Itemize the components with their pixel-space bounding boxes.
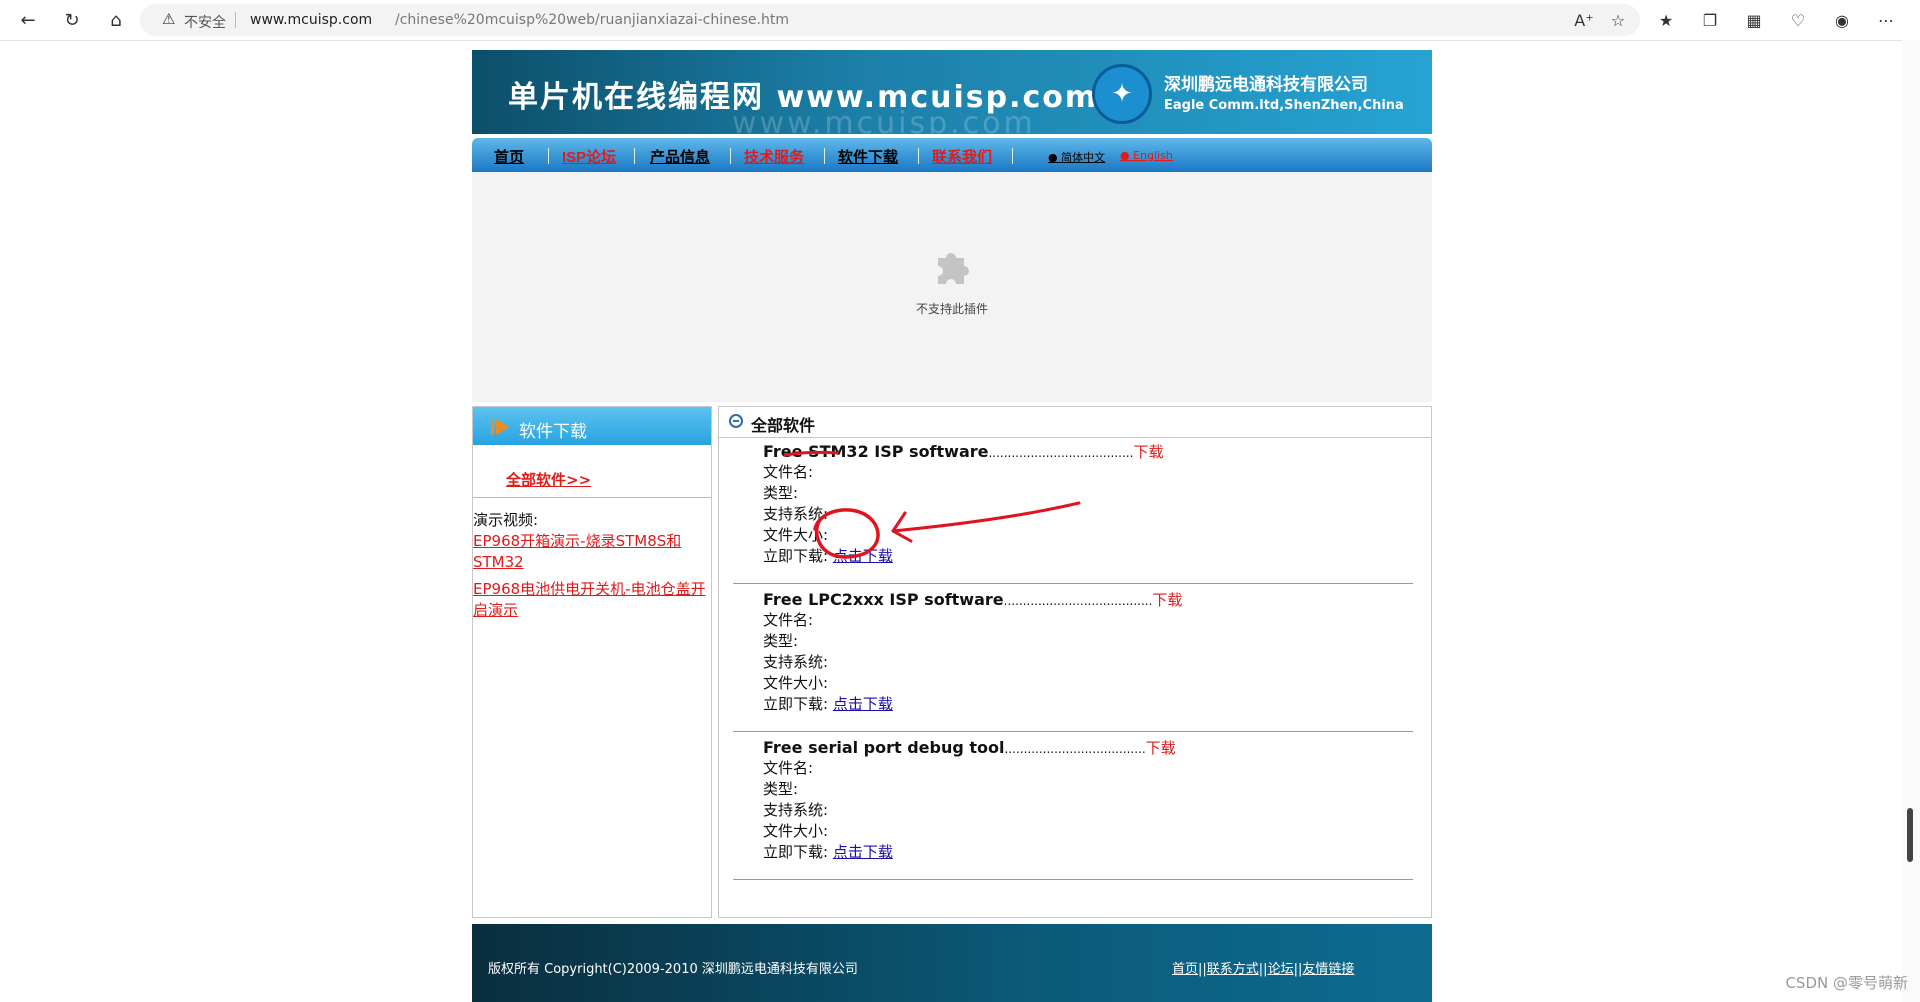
footer-link-contact[interactable]: 联系方式: [1207, 962, 1259, 977]
plugin-placeholder: 不支持此插件: [472, 172, 1432, 402]
sidebar-header: 软件下载: [473, 407, 711, 445]
company-name-cn: 深圳鹏远电通科技有限公司: [1164, 75, 1368, 95]
file-name-label: 文件名:: [763, 759, 814, 777]
read-aloud-icon[interactable]: A⁺: [1570, 6, 1598, 34]
download-now-label: 立即下载:: [763, 547, 829, 565]
sidebar-title: 软件下载: [519, 422, 587, 442]
nav-divider: [918, 148, 919, 164]
warning-icon: ⚠: [162, 10, 176, 28]
watermark: CSDN @零号萌新: [1785, 974, 1908, 992]
url-host: www.mcuisp.com: [250, 12, 373, 28]
play-arrow-icon: [491, 419, 509, 435]
panel-title: 全部软件: [751, 416, 816, 435]
nav-divider: [730, 148, 731, 164]
security-status[interactable]: 不安全: [184, 12, 226, 32]
panel-header: 全部软件: [719, 407, 1431, 438]
browser-essentials-icon[interactable]: ♡: [1784, 6, 1812, 34]
company-name-en: Eagle Comm.ltd,ShenZhen,China: [1164, 98, 1404, 113]
address-divider: [235, 12, 236, 28]
nav-contact[interactable]: 联系我们: [932, 146, 992, 167]
file-name-label: 文件名:: [763, 463, 814, 481]
add-favorite-icon[interactable]: ☆: [1604, 6, 1632, 34]
site-banner: 单片机在线编程网 www.mcuisp.com www.mcuisp.com ✦…: [472, 50, 1432, 134]
collections-icon[interactable]: ❐: [1696, 6, 1724, 34]
site-footer: 版权所有 Copyright(C)2009-2010 深圳鹏远电通科技有限公司 …: [472, 924, 1432, 1002]
nav-divider: [824, 148, 825, 164]
click-download-link[interactable]: 点击下载: [833, 547, 893, 565]
entry-divider: [733, 731, 1413, 732]
software-list-panel: 全部软件 Free STM32 ISP software............…: [718, 406, 1432, 918]
software-title: Free STM32 ISP software: [763, 442, 989, 461]
software-title: Free LPC2xxx ISP software: [763, 590, 1004, 609]
leader-dots: .....................................: [1004, 742, 1146, 756]
video-link-battery[interactable]: EP968电池供电开关机-电池仓盖开启演示: [473, 579, 711, 621]
sidebar-divider: [473, 497, 711, 498]
nav-divider: [548, 148, 549, 164]
nav-home[interactable]: 首页: [494, 146, 524, 167]
type-label: 类型:: [763, 484, 799, 502]
nav-products[interactable]: 产品信息: [650, 146, 710, 167]
size-label: 文件大小:: [763, 822, 829, 840]
sidebar: 软件下载 全部软件>> 演示视频: EP968开箱演示-烧录STM8S和STM3…: [472, 406, 712, 918]
download-now-label: 立即下载:: [763, 843, 829, 861]
minus-circle-icon: [729, 414, 743, 428]
os-label: 支持系统:: [763, 653, 829, 671]
nav-divider: [634, 148, 635, 164]
eagle-logo-icon: ✦: [1092, 64, 1152, 124]
puzzle-icon: [938, 253, 969, 284]
footer-links: 首页||联系方式||论坛||友情链接: [1172, 962, 1355, 977]
download-link[interactable]: 下载: [1146, 739, 1176, 757]
download-now-label: 立即下载:: [763, 695, 829, 713]
click-download-link[interactable]: 点击下载: [833, 695, 893, 713]
footer-link-friends[interactable]: 友情链接: [1302, 962, 1354, 977]
banner-decoration: www.mcuisp.com: [732, 106, 1036, 134]
page-scrollbar[interactable]: [1902, 40, 1920, 1002]
nav-divider: [1012, 148, 1013, 164]
leader-dots: ......................................: [988, 446, 1134, 460]
more-menu-icon[interactable]: ⋯: [1872, 6, 1900, 34]
profile-avatar[interactable]: ◉: [1828, 6, 1856, 34]
lang-english-link[interactable]: ● English: [1120, 149, 1173, 162]
nav-isp-forum[interactable]: ISP论坛: [562, 146, 616, 167]
entry-divider: [733, 583, 1413, 584]
copyright-text: 版权所有 Copyright(C)2009-2010 深圳鹏远电通科技有限公司: [488, 962, 858, 977]
video-link-unboxing[interactable]: EP968开箱演示-烧录STM8S和STM32: [473, 531, 711, 573]
lang-chinese-link[interactable]: ● 简体中文: [1048, 149, 1105, 165]
entry-divider: [733, 879, 1413, 880]
all-software-link[interactable]: 全部软件>>: [506, 469, 591, 490]
plugin-message: 不支持此插件: [915, 302, 988, 316]
refresh-icon[interactable]: ↻: [58, 6, 86, 34]
back-icon[interactable]: ←: [14, 6, 42, 34]
size-label: 文件大小:: [763, 674, 829, 692]
address-bar[interactable]: ⚠ 不安全 www.mcuisp.com /chinese%20mcuisp%2…: [140, 4, 1640, 36]
scrollbar-thumb[interactable]: [1907, 808, 1913, 862]
favorites-icon[interactable]: ★: [1652, 6, 1680, 34]
software-entry: Free serial port debug tool.............…: [763, 737, 1363, 863]
software-entry: Free STM32 ISP software.................…: [763, 441, 1363, 567]
click-download-link[interactable]: 点击下载: [833, 843, 893, 861]
size-label: 文件大小:: [763, 526, 829, 544]
type-label: 类型:: [763, 780, 799, 798]
software-title: Free serial port debug tool: [763, 738, 1005, 757]
url-path: /chinese%20mcuisp%20web/ruanjianxiazai-c…: [395, 12, 789, 28]
home-icon[interactable]: ⌂: [102, 6, 130, 34]
footer-link-home[interactable]: 首页: [1172, 962, 1198, 977]
nav-tech-service[interactable]: 技术服务: [744, 146, 804, 167]
footer-link-forum[interactable]: 论坛: [1268, 962, 1294, 977]
leader-dots: .......................................: [1003, 594, 1153, 608]
browser-toolbar: ← ↻ ⌂ ⚠ 不安全 www.mcuisp.com /chinese%20mc…: [0, 0, 1920, 41]
video-label: 演示视频:: [473, 511, 539, 529]
nav-software-download[interactable]: 软件下载: [838, 146, 898, 167]
main-nav: 首页 ISP论坛 产品信息 技术服务 软件下载 联系我们 ● 简体中文 ● En…: [472, 138, 1432, 172]
download-link[interactable]: 下载: [1152, 591, 1182, 609]
os-label: 支持系统:: [763, 801, 829, 819]
extensions-icon[interactable]: ▦: [1740, 6, 1768, 34]
software-entry: Free LPC2xxx ISP software...............…: [763, 589, 1363, 715]
type-label: 类型:: [763, 632, 799, 650]
os-label: 支持系统:: [763, 505, 829, 523]
download-link[interactable]: 下载: [1133, 443, 1163, 461]
file-name-label: 文件名:: [763, 611, 814, 629]
